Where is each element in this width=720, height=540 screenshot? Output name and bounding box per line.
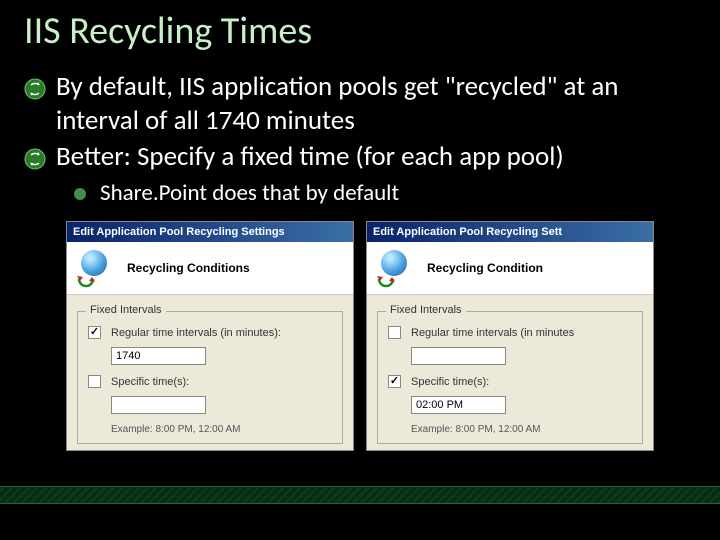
specific-time-checkbox[interactable] bbox=[88, 375, 101, 388]
bullet-1: By default, IIS application pools get "r… bbox=[24, 70, 696, 138]
bullet-icon bbox=[24, 148, 46, 170]
group-label: Fixed Intervals bbox=[386, 304, 466, 316]
bullet-icon bbox=[24, 78, 46, 100]
interval-label: Regular time intervals (in minutes): bbox=[111, 327, 281, 339]
sub-bullet-dot bbox=[74, 188, 86, 200]
specific-time-checkbox[interactable] bbox=[388, 375, 401, 388]
fixed-intervals-group: Fixed Intervals Regular time intervals (… bbox=[377, 311, 643, 444]
bullet-2: Better: Specify a fixed time (for each a… bbox=[24, 140, 696, 174]
dialog-header: Recycling Condition bbox=[367, 242, 653, 295]
slide-content: By default, IIS application pools get "r… bbox=[0, 70, 720, 451]
interval-row: Regular time intervals (in minutes bbox=[388, 326, 632, 339]
specific-time-row: Specific time(s): bbox=[88, 375, 332, 388]
recycle-icon bbox=[77, 250, 113, 286]
interval-checkbox[interactable] bbox=[388, 326, 401, 339]
dialog-title-bar: Edit Application Pool Recycling Sett bbox=[367, 222, 653, 242]
dialog-title-bar: Edit Application Pool Recycling Settings bbox=[67, 222, 353, 242]
recycling-dialog-right: Edit Application Pool Recycling Sett Rec… bbox=[366, 221, 654, 451]
specific-time-input[interactable] bbox=[111, 396, 206, 414]
dialog-body: Fixed Intervals Regular time intervals (… bbox=[367, 295, 653, 450]
group-label: Fixed Intervals bbox=[86, 304, 166, 316]
example-text: Example: 8:00 PM, 12:00 AM bbox=[411, 424, 632, 435]
interval-label: Regular time intervals (in minutes bbox=[411, 327, 574, 339]
dialog-header-text: Recycling Conditions bbox=[127, 261, 250, 275]
recycle-icon bbox=[377, 250, 413, 286]
specific-time-input[interactable] bbox=[411, 396, 506, 414]
interval-row: Regular time intervals (in minutes): bbox=[88, 326, 332, 339]
example-text: Example: 8:00 PM, 12:00 AM bbox=[111, 424, 332, 435]
fixed-intervals-group: Fixed Intervals Regular time intervals (… bbox=[77, 311, 343, 444]
interval-checkbox[interactable] bbox=[88, 326, 101, 339]
decorative-stripe bbox=[0, 486, 720, 504]
specific-time-row: Specific time(s): bbox=[388, 375, 632, 388]
specific-time-label: Specific time(s): bbox=[111, 376, 189, 388]
sub-bullet-1: Share.Point does that by default bbox=[74, 179, 696, 207]
dialog-body: Fixed Intervals Regular time intervals (… bbox=[67, 295, 353, 450]
interval-input[interactable] bbox=[111, 347, 206, 365]
specific-time-label: Specific time(s): bbox=[411, 376, 489, 388]
bullet-2-text: Better: Specify a fixed time (for each a… bbox=[56, 140, 564, 174]
sub-bullet-1-text: Share.Point does that by default bbox=[100, 179, 399, 207]
interval-input[interactable] bbox=[411, 347, 506, 365]
slide-title: IIS Recycling Times bbox=[0, 0, 720, 70]
dialog-header: Recycling Conditions bbox=[67, 242, 353, 295]
bullet-1-text: By default, IIS application pools get "r… bbox=[56, 70, 696, 138]
recycling-dialog-left: Edit Application Pool Recycling Settings… bbox=[66, 221, 354, 451]
dialogs-container: Edit Application Pool Recycling Settings… bbox=[24, 221, 696, 451]
dialog-header-text: Recycling Condition bbox=[427, 261, 543, 275]
